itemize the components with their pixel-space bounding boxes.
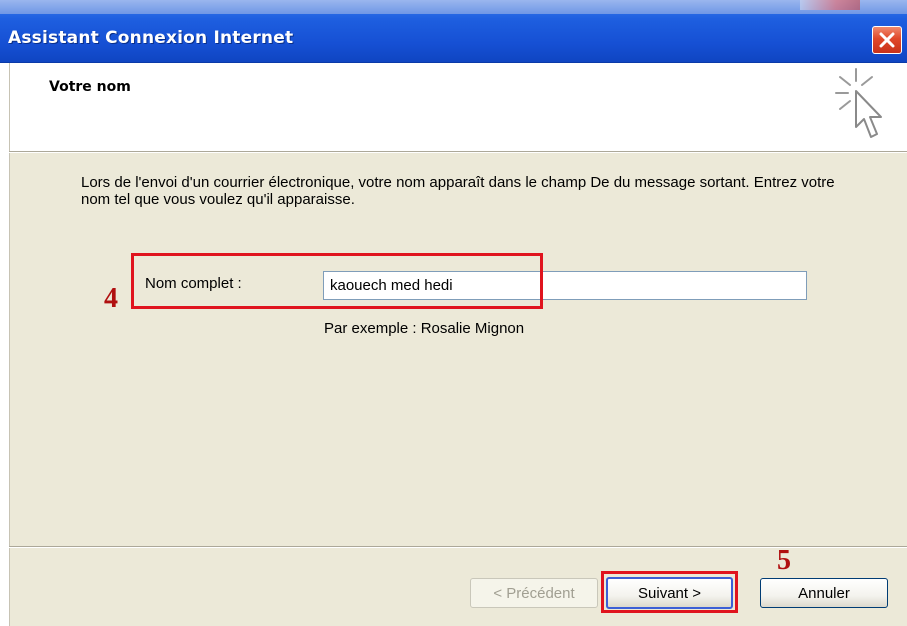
previous-button[interactable]: < Précédent [470, 578, 598, 608]
background-window-controls [800, 0, 860, 10]
window-title: Assistant Connexion Internet [8, 28, 294, 48]
title-bar[interactable]: Assistant Connexion Internet [0, 0, 907, 63]
background-window-strip [0, 0, 907, 14]
close-button[interactable] [872, 26, 902, 54]
close-icon [879, 32, 895, 48]
annotation-number-4: 4 [104, 283, 118, 314]
annotation-box-step-4 [131, 253, 543, 309]
wizard-header: Votre nom [9, 63, 907, 151]
annotation-box-step-5 [601, 571, 738, 613]
example-text: Par exemple : Rosalie Mignon [324, 320, 525, 337]
description-text: Lors de l'envoi d'un courrier électroniq… [81, 174, 835, 208]
cancel-button[interactable]: Annuler [760, 578, 888, 608]
page-title: Votre nom [49, 79, 131, 95]
wizard-body [9, 153, 907, 546]
wizard-cursor-icon [835, 68, 882, 138]
annotation-number-5: 5 [777, 545, 791, 576]
